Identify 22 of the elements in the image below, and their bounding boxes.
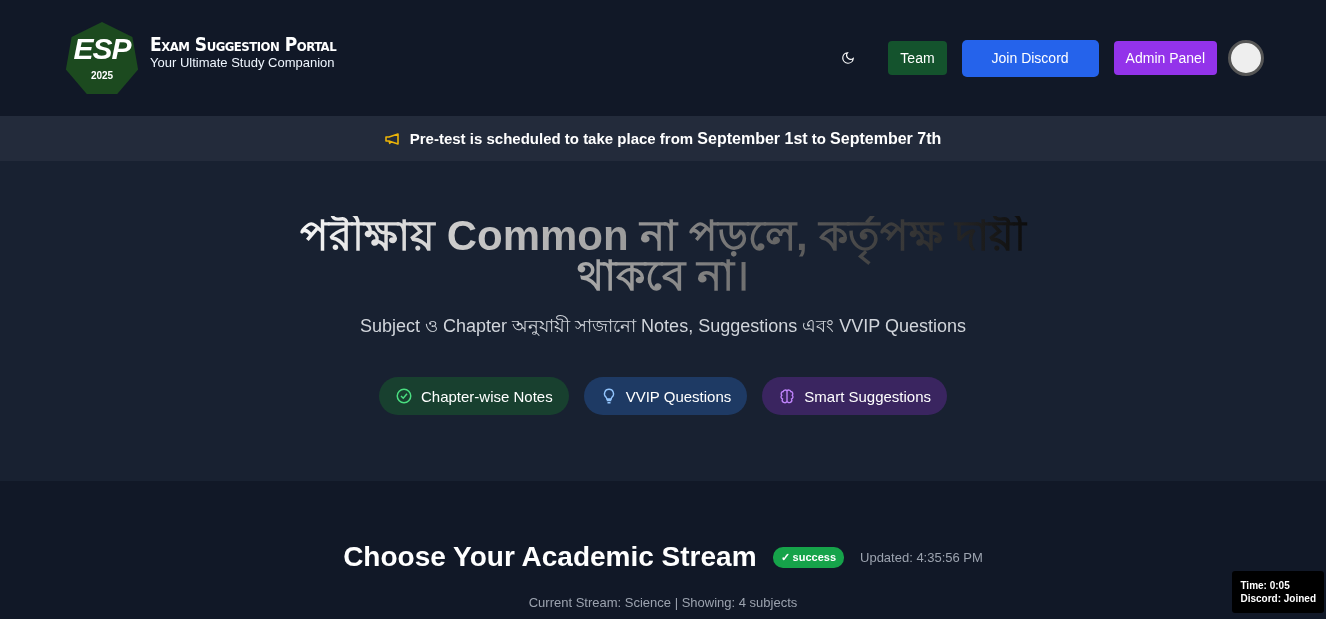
hero-subtitle: Subject ও Chapter অনুযায়ী সাজানো Notes, Suggestions এবং VVIP Questions <box>360 314 966 338</box>
brain-icon <box>778 387 797 405</box>
nav-button[interactable]: Admin Panel <box>1113 41 1217 75</box>
theme-toggle-button[interactable] <box>841 51 856 65</box>
feature-chip: Smart Suggestions <box>762 377 948 415</box>
logo: ESP 2025 <box>64 20 140 96</box>
updated-time: Updated: 4:35:56 PM <box>860 549 983 565</box>
discord-status: Discord: Joined <box>1240 593 1316 604</box>
feature-chip: Chapter-wise Notes <box>378 377 569 415</box>
feature-chip: VVIP Questions <box>583 377 748 415</box>
site-title: Exam Suggestion Portal <box>150 32 337 55</box>
stream-info: Current Stream: Science | Showing: 4 subjects <box>528 595 798 610</box>
announcement-text: Pre-test is scheduled to take place from September 1st to September 7th <box>409 129 942 148</box>
megaphone-icon <box>384 132 401 145</box>
nav-button[interactable]: Team <box>888 41 947 75</box>
nav-button[interactable]: Join Discord <box>961 39 1099 77</box>
status-badge: ✓ success <box>772 546 844 568</box>
site-tagline: Your Ultimate Study Companion <box>150 54 336 70</box>
avatar-button[interactable] <box>1228 40 1264 76</box>
timer-text: Time: 0:05 <box>1240 580 1291 591</box>
check-circle-icon <box>394 387 413 405</box>
section-heading: Choose Your Academic Stream <box>343 541 757 573</box>
